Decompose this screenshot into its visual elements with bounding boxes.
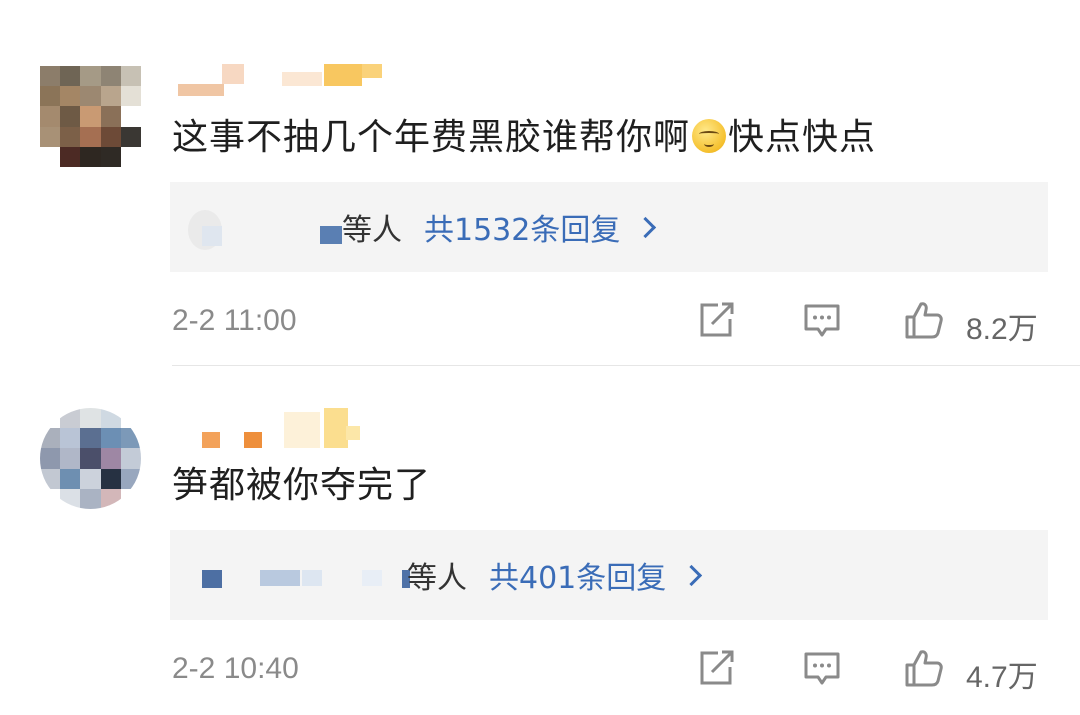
- reply-names: 等人: [407, 561, 467, 596]
- avatar[interactable]: [40, 66, 141, 167]
- reply-comment-icon[interactable]: [802, 648, 842, 688]
- reply-count-link[interactable]: 共1532条回复: [424, 205, 620, 249]
- reply-thread-button[interactable]: 等人 共401条回复: [170, 530, 1048, 620]
- username[interactable]: [178, 406, 388, 448]
- reply-comment-icon[interactable]: [802, 300, 842, 340]
- comment-text: 这事不抽几个年费黑胶谁帮你啊 快点快点: [172, 117, 877, 158]
- timestamp: 2-2 11:00: [172, 304, 297, 337]
- comment-text: 笋都被你夺完了: [172, 465, 432, 506]
- chevron-right-icon: [681, 564, 703, 586]
- username[interactable]: [178, 64, 388, 96]
- comment-item: 笋都被你夺完了 等人 共401条回复 2-2 10:40 4.7万: [0, 366, 1080, 715]
- share-icon[interactable]: [696, 648, 736, 688]
- like-count: 8.2万: [966, 313, 1038, 346]
- comment-list: 这事不抽几个年费黑胶谁帮你啊 快点快点 等人 共1532条回复 2-2 11:00: [0, 0, 1080, 715]
- like-count: 4.7万: [966, 661, 1038, 694]
- share-icon[interactable]: [696, 300, 736, 340]
- sleepy-face-emoji-icon: [692, 119, 727, 153]
- avatar[interactable]: [40, 408, 141, 509]
- reply-count-link[interactable]: 共401条回复: [489, 553, 666, 597]
- thumbs-up-icon[interactable]: [904, 648, 944, 688]
- comment-item: 这事不抽几个年费黑胶谁帮你啊 快点快点 等人 共1532条回复 2-2 11:00: [0, 0, 1080, 366]
- chevron-right-icon: [635, 216, 657, 238]
- comment-meta: 2-2 10:40 4.7万: [172, 644, 1052, 694]
- thumbs-up-icon[interactable]: [904, 300, 944, 340]
- reply-names: 等人: [342, 213, 402, 248]
- timestamp: 2-2 10:40: [172, 652, 299, 685]
- comment-meta: 2-2 11:00 8.2万: [172, 296, 1052, 346]
- reply-thread-button[interactable]: 等人 共1532条回复: [170, 182, 1048, 272]
